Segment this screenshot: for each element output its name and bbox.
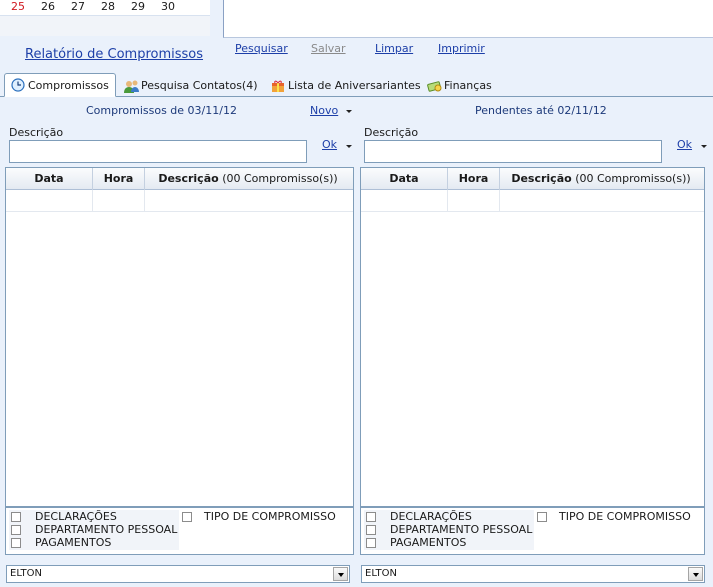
checkbox[interactable] <box>11 524 21 535</box>
money-icon <box>427 79 442 93</box>
calendar-week-row: 25 26 27 28 29 30 <box>0 0 210 16</box>
table-row[interactable] <box>361 190 704 212</box>
print-link[interactable]: Imprimir <box>438 42 485 55</box>
tab-label: Pesquisa Contatos(4) <box>141 79 258 92</box>
column-header-date[interactable]: Data <box>361 168 448 190</box>
checkbox[interactable] <box>366 524 376 535</box>
tab-label: Lista de Aniversariantes <box>288 79 421 92</box>
checkbox[interactable] <box>366 511 376 522</box>
right-filters-box: DECLARAÇÕES DEPARTAMENTO PESSOAL PAGAMEN… <box>360 507 705 555</box>
left-ok-link[interactable]: Ok <box>322 138 337 151</box>
right-pending-grid[interactable]: Data Hora Descrição (00 Compromisso(s)) <box>360 167 705 507</box>
calendar-day[interactable]: 28 <box>101 0 115 13</box>
notes-box[interactable] <box>223 0 713 38</box>
filter-departamento-pessoal[interactable]: DEPARTAMENTO PESSOAL <box>11 523 177 536</box>
tab-lista-aniversariantes[interactable]: Lista de Aniversariantes <box>265 74 427 97</box>
right-ok-dropdown-arrow-icon[interactable] <box>701 145 707 148</box>
appointment-count: (00 Compromisso(s)) <box>222 172 338 185</box>
right-panel-title: Pendentes até 02/11/12 <box>475 104 607 117</box>
column-header-description[interactable]: Descrição (00 Compromisso(s)) <box>145 168 351 190</box>
new-dropdown-arrow-icon[interactable] <box>346 110 352 113</box>
chevron-down-icon[interactable] <box>688 567 703 581</box>
right-description-label: Descrição <box>364 126 419 139</box>
left-panel-title: Compromissos de 03/11/12 <box>86 104 237 117</box>
tab-pesquisa-contatos[interactable]: Pesquisa Contatos(4) <box>118 74 264 97</box>
checkbox[interactable] <box>537 511 547 522</box>
filter-pagamentos[interactable]: PAGAMENTOS <box>11 536 111 549</box>
filter-pagamentos[interactable]: PAGAMENTOS <box>366 536 466 549</box>
tab-compromissos[interactable]: Compromissos <box>4 73 116 97</box>
left-description-input[interactable] <box>9 140 307 163</box>
calendar-day[interactable]: 25 <box>11 0 25 13</box>
checkbox[interactable] <box>11 537 21 548</box>
calendar-day[interactable]: 26 <box>41 0 55 13</box>
filter-departamento-pessoal[interactable]: DEPARTAMENTO PESSOAL <box>366 523 532 536</box>
calendar-footer <box>0 16 210 36</box>
calendar-day[interactable]: 27 <box>71 0 85 13</box>
checkbox[interactable] <box>11 511 21 522</box>
grid-header: Data Hora Descrição (00 Compromisso(s)) <box>6 168 353 190</box>
tab-label: Finanças <box>444 79 492 92</box>
clock-icon <box>11 78 25 92</box>
chevron-down-icon[interactable] <box>333 567 348 581</box>
right-ok-link[interactable]: Ok <box>677 138 692 151</box>
filter-tipo-de-compromisso[interactable]: TIPO DE COMPROMISSO <box>537 510 691 523</box>
filter-declaracoes[interactable]: DECLARAÇÕES <box>11 510 117 523</box>
save-link[interactable]: Salvar <box>311 42 346 55</box>
appointment-count: (00 Compromisso(s)) <box>575 172 691 185</box>
column-header-description[interactable]: Descrição (00 Compromisso(s)) <box>500 168 702 190</box>
selected-user: ELTON <box>365 568 397 579</box>
column-header-time[interactable]: Hora <box>448 168 500 190</box>
left-description-label: Descrição <box>9 126 64 139</box>
left-filters-box: DECLARAÇÕES DEPARTAMENTO PESSOAL PAGAMEN… <box>5 507 354 555</box>
selected-user: ELTON <box>10 568 42 579</box>
tab-label: Compromissos <box>28 78 109 92</box>
calendar-day[interactable]: 29 <box>131 0 145 13</box>
column-header-time[interactable]: Hora <box>93 168 145 190</box>
tab-financas[interactable]: Finanças <box>421 74 498 97</box>
search-link[interactable]: Pesquisar <box>235 42 288 55</box>
checkbox[interactable] <box>366 537 376 548</box>
calendar-area: 25 26 27 28 29 30 Relatório de Compromis… <box>0 0 222 68</box>
left-ok-dropdown-arrow-icon[interactable] <box>346 145 352 148</box>
left-appointments-grid[interactable]: Data Hora Descrição (00 Compromisso(s)) <box>5 167 354 507</box>
table-row[interactable] <box>6 190 353 212</box>
gift-icon <box>271 79 285 93</box>
clear-link[interactable]: Limpar <box>375 42 413 55</box>
right-description-input[interactable] <box>364 140 662 163</box>
tab-strip: Compromissos Pesquisa Contatos(4) Lista … <box>0 70 713 97</box>
grid-header: Data Hora Descrição (00 Compromisso(s)) <box>361 168 704 190</box>
filter-declaracoes[interactable]: DECLARAÇÕES <box>366 510 472 523</box>
report-link[interactable]: Relatório de Compromissos <box>25 47 203 62</box>
left-user-select[interactable]: ELTON <box>6 565 350 583</box>
calendar-day[interactable]: 30 <box>161 0 175 13</box>
checkbox[interactable] <box>182 511 192 522</box>
contacts-icon <box>124 79 139 93</box>
new-link[interactable]: Novo <box>310 104 338 117</box>
column-header-date[interactable]: Data <box>6 168 93 190</box>
filter-tipo-de-compromisso[interactable]: TIPO DE COMPROMISSO <box>182 510 336 523</box>
right-user-select[interactable]: ELTON <box>361 565 705 583</box>
